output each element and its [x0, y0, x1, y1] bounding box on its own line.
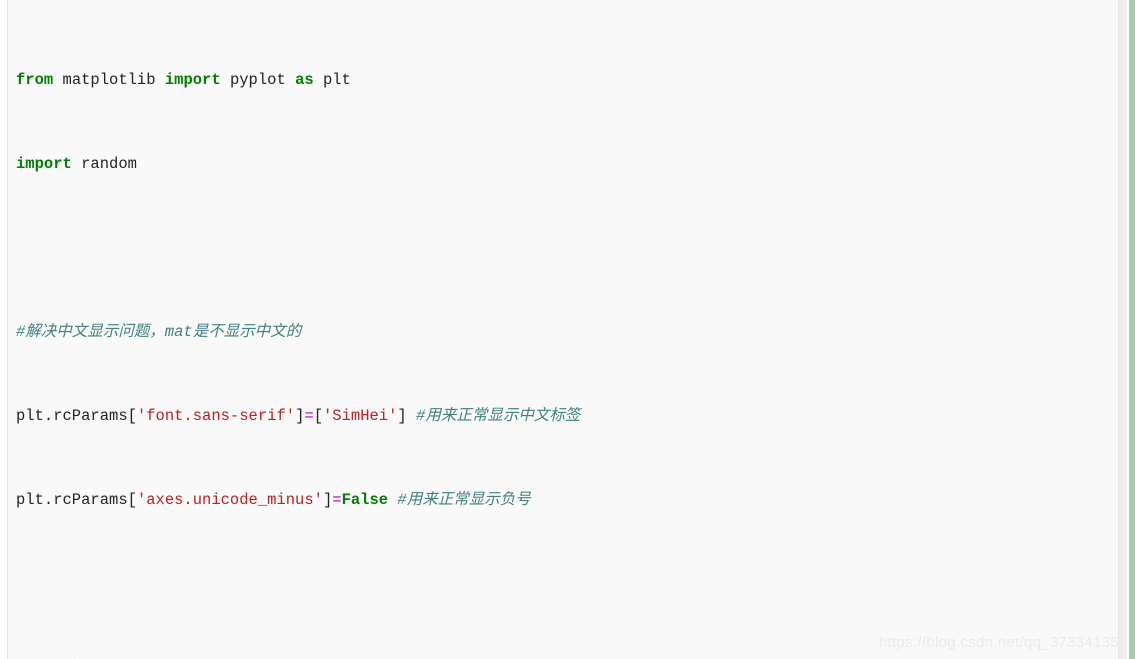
- token-keyword-import: import: [164, 71, 221, 89]
- token-string: 'SimHei': [323, 407, 398, 425]
- code-line-2: import random: [16, 154, 1120, 175]
- token-punct: ]: [322, 491, 333, 509]
- code-line-5: plt.rcParams['font.sans-serif']=['SimHei…: [16, 406, 1120, 427]
- token-call-rcparams: plt.rcParams[: [16, 407, 137, 425]
- code-line-6: plt.rcParams['axes.unicode_minus']=False…: [16, 490, 1120, 511]
- token-keyword-from: from: [16, 71, 54, 89]
- token-comment: #解决中文显示问题，mat是不显示中文的: [16, 323, 302, 341]
- token-keyword-as: as: [295, 71, 314, 89]
- left-gutter: [0, 0, 7, 659]
- token-keyword-false: False: [341, 491, 389, 509]
- token-module-random: random: [71, 155, 137, 173]
- token-punct: [: [313, 407, 323, 425]
- right-accent-border: [1129, 0, 1135, 659]
- code-viewport: from matplotlib import pyplot as plt imp…: [0, 0, 1135, 659]
- token-comment: #用来正常显示负号: [397, 491, 531, 509]
- token-punct: ]: [397, 407, 417, 425]
- code-line-4: #解决中文显示问题，mat是不显示中文的: [16, 322, 1120, 343]
- token-module-matplotlib: matplotlib: [53, 71, 165, 89]
- scrollbar-thumb[interactable]: [1119, 0, 1127, 659]
- code-listing[interactable]: from matplotlib import pyplot as plt imp…: [16, 7, 1120, 659]
- token-alias-plt: plt: [313, 71, 351, 89]
- token-operator-assign: =: [332, 491, 342, 509]
- left-divider-rule: [7, 0, 8, 659]
- token-string: 'axes.unicode_minus': [136, 491, 323, 509]
- code-line-1: from matplotlib import pyplot as plt: [16, 70, 1120, 91]
- token-operator-assign: =: [304, 407, 314, 425]
- code-line-3-blank: [16, 238, 1120, 259]
- token-module-pyplot: pyplot: [220, 71, 296, 89]
- watermark-url: https://blog.csdn.net/qq_37334135: [878, 634, 1119, 651]
- code-line-7-blank: [16, 574, 1120, 595]
- token-punct: ]: [295, 407, 305, 425]
- vertical-scrollbar[interactable]: [1118, 0, 1127, 659]
- token-string: 'font.sans-serif': [136, 407, 296, 425]
- code-surface[interactable]: from matplotlib import pyplot as plt imp…: [8, 0, 1120, 659]
- token-comment: #用来正常显示中文标签: [416, 407, 581, 425]
- token-call-rcparams: plt.rcParams[: [16, 491, 137, 509]
- token-keyword-import: import: [16, 155, 72, 173]
